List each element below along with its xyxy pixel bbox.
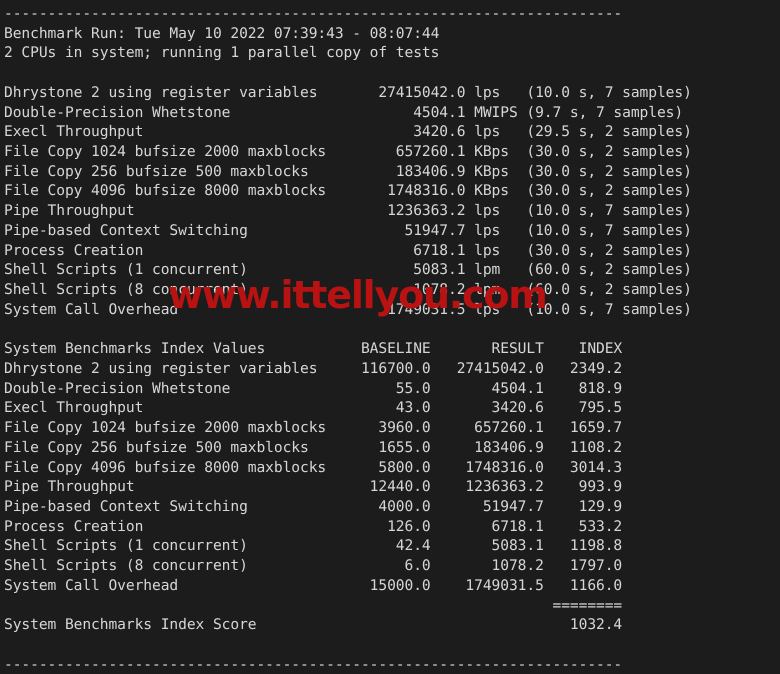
terminal-window: ----------------------------------------…	[0, 0, 780, 673]
benchmark-output-text: ----------------------------------------…	[4, 5, 692, 673]
